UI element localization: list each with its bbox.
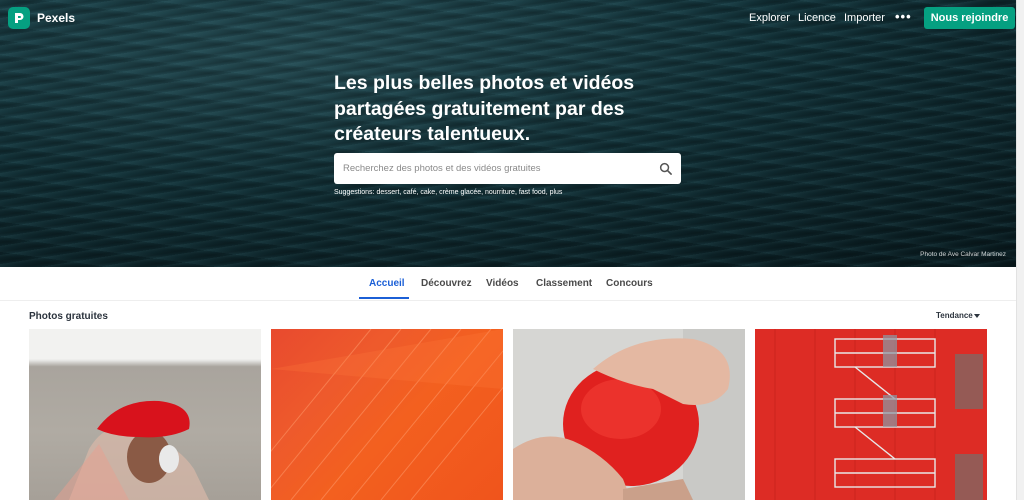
page-scrollbar[interactable] [1016, 0, 1024, 500]
more-menu-icon[interactable]: ••• [895, 9, 912, 24]
tab-videos[interactable]: Vidéos [486, 278, 519, 289]
nav-license-link[interactable]: Licence [798, 12, 836, 24]
tab-home[interactable]: Accueil [369, 278, 405, 289]
photo-card-red-beret[interactable] [29, 329, 261, 500]
pexels-logo-icon[interactable] [8, 7, 30, 29]
red-building-image [755, 329, 987, 500]
brand-name[interactable]: Pexels [37, 11, 75, 25]
hero-banner: Pexels Explorer Licence Importer ••• Nou… [0, 0, 1016, 267]
red-hair-image [513, 329, 745, 500]
red-beret-image [29, 329, 261, 500]
photo-credit[interactable]: Photo de Ave Calvar Martinez [920, 251, 1006, 258]
photo-card-orange-abstract[interactable] [271, 329, 503, 500]
content-tabs: Accueil Découvrez Vidéos Classement Conc… [0, 267, 1016, 301]
hero-headline: Les plus belles photos et vidéos partagé… [334, 72, 635, 145]
suggestions-label: Suggestions: [334, 189, 375, 196]
tab-leaderboard[interactable]: Classement [536, 278, 592, 289]
photo-card-red-hair[interactable] [513, 329, 745, 500]
nav-upload-link[interactable]: Importer [844, 12, 885, 24]
join-button[interactable]: Nous rejoindre [924, 7, 1015, 29]
search-icon[interactable] [659, 162, 672, 175]
search-bar [334, 153, 681, 184]
orange-stripes-image [271, 329, 503, 500]
search-input[interactable] [334, 153, 644, 184]
suggestions-list[interactable]: dessert, café, cake, crème glacée, nourr… [376, 189, 562, 196]
tab-challenges[interactable]: Concours [606, 278, 653, 289]
sort-dropdown[interactable]: Tendance [936, 311, 973, 320]
active-tab-indicator [359, 297, 409, 299]
chevron-down-icon[interactable] [974, 314, 980, 318]
gallery-title: Photos gratuites [29, 311, 108, 322]
nav-explore-link[interactable]: Explorer [749, 12, 790, 24]
search-suggestions: Suggestions: dessert, café, cake, crème … [334, 189, 562, 196]
tab-discover[interactable]: Découvrez [421, 278, 472, 289]
logo-glyph [15, 13, 24, 23]
top-navigation: Pexels Explorer Licence Importer ••• Nou… [0, 0, 1016, 36]
photo-card-red-building[interactable] [755, 329, 987, 500]
